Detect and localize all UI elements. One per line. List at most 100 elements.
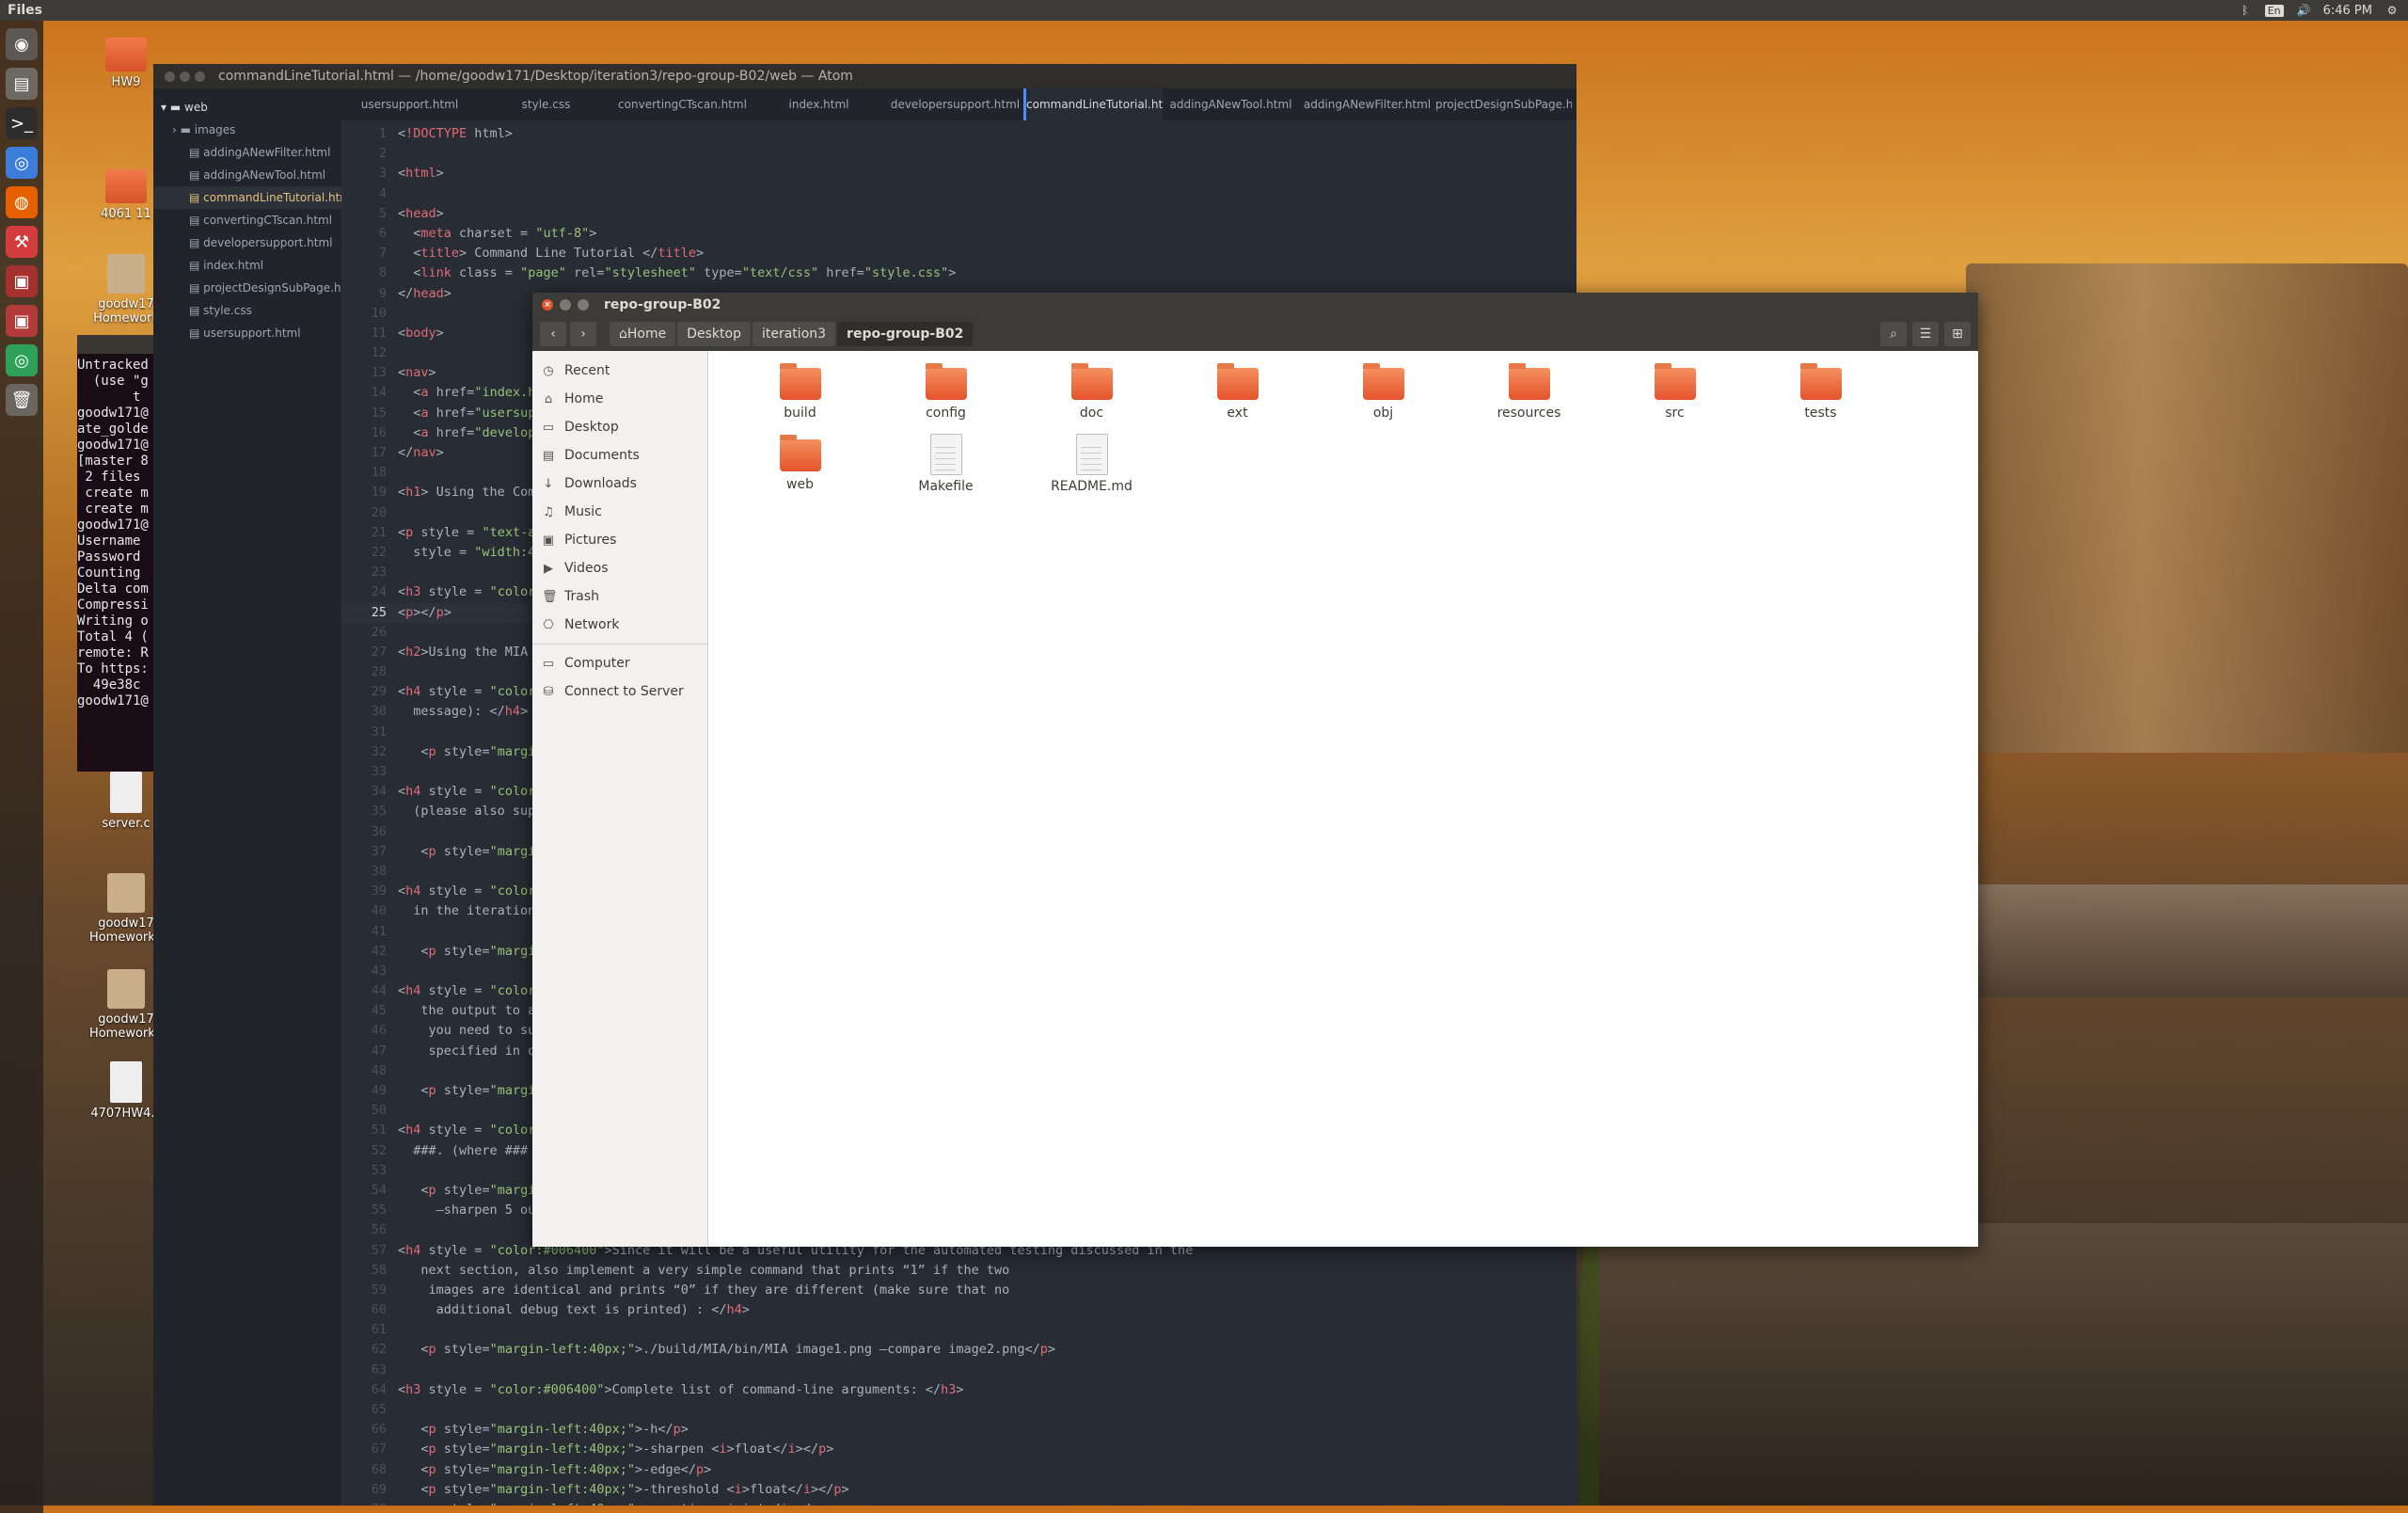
file-item[interactable]: README.md: [1019, 432, 1164, 503]
editor-tab[interactable]: usersupport.html: [341, 88, 478, 120]
clock[interactable]: 6:46 PM: [2323, 4, 2372, 18]
sidebar-item-desktop[interactable]: ▭ Desktop: [532, 413, 707, 441]
sidebar-item-network[interactable]: ⎔ Network: [532, 611, 707, 639]
folder-item[interactable]: src: [1602, 360, 1748, 432]
code-line[interactable]: 66 <p style="margin-left:40px;">-h</p>: [341, 1420, 1576, 1440]
chrome-launcher[interactable]: ◎: [6, 147, 38, 179]
sidebar-item-downloads[interactable]: ↓ Downloads: [532, 470, 707, 498]
grid-view-button[interactable]: ⊞: [1944, 322, 1971, 346]
breadcrumb-repo-group-b02[interactable]: repo-group-B02: [837, 322, 974, 346]
code-line[interactable]: 65: [341, 1400, 1576, 1420]
code-line[interactable]: 62 <p style="margin-left:40px;">./build/…: [341, 1340, 1576, 1360]
tree-file-item[interactable]: ▤ convertingCTscan.html: [153, 209, 341, 231]
back-button[interactable]: ‹: [540, 322, 566, 346]
sidebar-item-music[interactable]: ♫ Music: [532, 498, 707, 526]
app-launcher-2[interactable]: ▣: [6, 305, 38, 337]
list-view-button[interactable]: ☰: [1912, 322, 1939, 346]
files-titlebar[interactable]: × repo-group-B02: [532, 293, 1978, 317]
code-line[interactable]: 8 <link class = "page" rel="stylesheet" …: [341, 263, 1576, 283]
code-line[interactable]: 70 <p style="margin-left:40px;">-quantiz…: [341, 1500, 1576, 1505]
dash-launcher[interactable]: ◉: [6, 28, 38, 60]
editor-tab[interactable]: convertingCTscan.html: [614, 88, 751, 120]
sidebar-item-recent[interactable]: ◷ Recent: [532, 357, 707, 385]
editor-tab[interactable]: developersupport.html: [887, 88, 1023, 120]
close-button[interactable]: [165, 71, 175, 82]
breadcrumb-home[interactable]: ⌂ Home: [610, 322, 676, 346]
sidebar-item-pictures[interactable]: ▣ Pictures: [532, 526, 707, 554]
sidebar-item-computer[interactable]: ▭ Computer: [532, 649, 707, 677]
code-line[interactable]: 60 additional debug text is printed) : <…: [341, 1300, 1576, 1320]
sidebar-item-documents[interactable]: ▤ Documents: [532, 441, 707, 470]
editor-tab[interactable]: style.css: [478, 88, 614, 120]
code-line[interactable]: 6 <meta charset = "utf-8">: [341, 224, 1576, 244]
files-launcher[interactable]: ▤: [6, 68, 38, 100]
code-line[interactable]: 69 <p style="margin-left:40px;">-thresho…: [341, 1480, 1576, 1500]
sidebar-item-videos[interactable]: ▶ Videos: [532, 554, 707, 582]
minimize-button[interactable]: [180, 71, 190, 82]
code-line[interactable]: 58 next section, also implement a very s…: [341, 1261, 1576, 1281]
folder-icon: [779, 435, 821, 471]
code-line[interactable]: 5 <head>: [341, 204, 1576, 224]
folder-item[interactable]: ext: [1164, 360, 1310, 432]
code-line[interactable]: 64 <h3 style = "color:#006400">Complete l…: [341, 1380, 1576, 1400]
editor-tab[interactable]: index.html: [751, 88, 887, 120]
tree-folder-images[interactable]: › ▬ images: [153, 119, 341, 141]
tree-file-item[interactable]: ▤ projectDesignSubPage.html: [153, 277, 341, 299]
tree-root-folder[interactable]: ▾ ▬ web: [153, 96, 341, 119]
code-line[interactable]: 67 <p style="margin-left:40px;">-sharpen…: [341, 1440, 1576, 1459]
code-line[interactable]: 59 images are identical and prints “0” i…: [341, 1281, 1576, 1300]
tree-file-item[interactable]: ▤ style.css: [153, 299, 341, 322]
editor-tab[interactable]: addingANewTool.html: [1163, 88, 1299, 120]
code-line[interactable]: 2: [341, 144, 1576, 164]
keyboard-layout-indicator[interactable]: En: [2264, 4, 2284, 17]
editor-tab[interactable]: addingANewFilter.html: [1299, 88, 1435, 120]
folder-item[interactable]: doc: [1019, 360, 1164, 432]
folder-item[interactable]: config: [873, 360, 1019, 432]
code-line[interactable]: 3 <html>: [341, 164, 1576, 183]
forward-button[interactable]: ›: [570, 322, 596, 346]
files-window[interactable]: × repo-group-B02 ‹ › ⌂ Home Desktop iterat…: [532, 293, 1978, 1247]
breadcrumb-iteration3[interactable]: iteration3: [752, 322, 836, 346]
sidebar-item-home[interactable]: ⌂ Home: [532, 385, 707, 413]
tree-file-item[interactable]: ▤ index.html: [153, 254, 341, 277]
code-line[interactable]: 4: [341, 184, 1576, 204]
volume-icon[interactable]: 🔊: [2297, 4, 2311, 17]
bluetooth-icon[interactable]: ᛒ: [2239, 4, 2252, 17]
folder-item[interactable]: web: [727, 432, 873, 503]
folder-item[interactable]: obj: [1310, 360, 1456, 432]
trash-launcher[interactable]: 🗑: [6, 384, 38, 416]
code-line[interactable]: 68 <p style="margin-left:40px;">-edge</p…: [341, 1460, 1576, 1480]
folder-item[interactable]: tests: [1748, 360, 1893, 432]
close-button[interactable]: ×: [542, 299, 553, 311]
folder-item[interactable]: build: [727, 360, 873, 432]
folder-item[interactable]: resources: [1456, 360, 1602, 432]
maximize-button[interactable]: [195, 71, 205, 82]
search-button[interactable]: ⌕: [1880, 322, 1907, 346]
tree-file-item[interactable]: ▤ addingANewTool.html: [153, 164, 341, 186]
editor-tab[interactable]: projectDesignSubPage.html: [1435, 88, 1572, 120]
gear-icon[interactable]: ⚙: [2385, 4, 2399, 17]
app-launcher[interactable]: ▣: [6, 265, 38, 297]
code-line[interactable]: 7 <title> Command Line Tutorial </title>: [341, 244, 1576, 263]
firefox-launcher[interactable]: ◍: [6, 186, 38, 218]
terminal-launcher[interactable]: >_: [6, 107, 38, 139]
code-line[interactable]: 63: [341, 1361, 1576, 1380]
globe-launcher[interactable]: ◎: [6, 344, 38, 376]
maximize-button[interactable]: [578, 299, 589, 311]
item-name: build: [784, 406, 816, 421]
tree-file-item[interactable]: ▤ commandLineTutorial.html: [153, 186, 341, 209]
sidebar-item-connect-to-server[interactable]: ⛁ Connect to Server: [532, 677, 707, 706]
code-line[interactable]: 1 <!DOCTYPE html>: [341, 124, 1576, 144]
tree-file-item[interactable]: ▤ addingANewFilter.html: [153, 141, 341, 164]
file-grid[interactable]: build config doc ext obj resources src tests web…: [708, 351, 1978, 1247]
tree-file-item[interactable]: ▤ developersupport.html: [153, 231, 341, 254]
tree-file-item[interactable]: ▤ usersupport.html: [153, 322, 341, 344]
atom-titlebar[interactable]: commandLineTutorial.html — /home/goodw17…: [153, 64, 1576, 88]
file-item[interactable]: Makefile: [873, 432, 1019, 503]
breadcrumb-desktop[interactable]: Desktop: [677, 322, 751, 346]
code-line[interactable]: 61: [341, 1320, 1576, 1340]
sidebar-item-trash[interactable]: 🗑 Trash: [532, 582, 707, 611]
editor-tab[interactable]: commandLineTutorial.html: [1023, 88, 1163, 120]
minimize-button[interactable]: [560, 299, 571, 311]
tools-launcher[interactable]: ⚒: [6, 226, 38, 258]
